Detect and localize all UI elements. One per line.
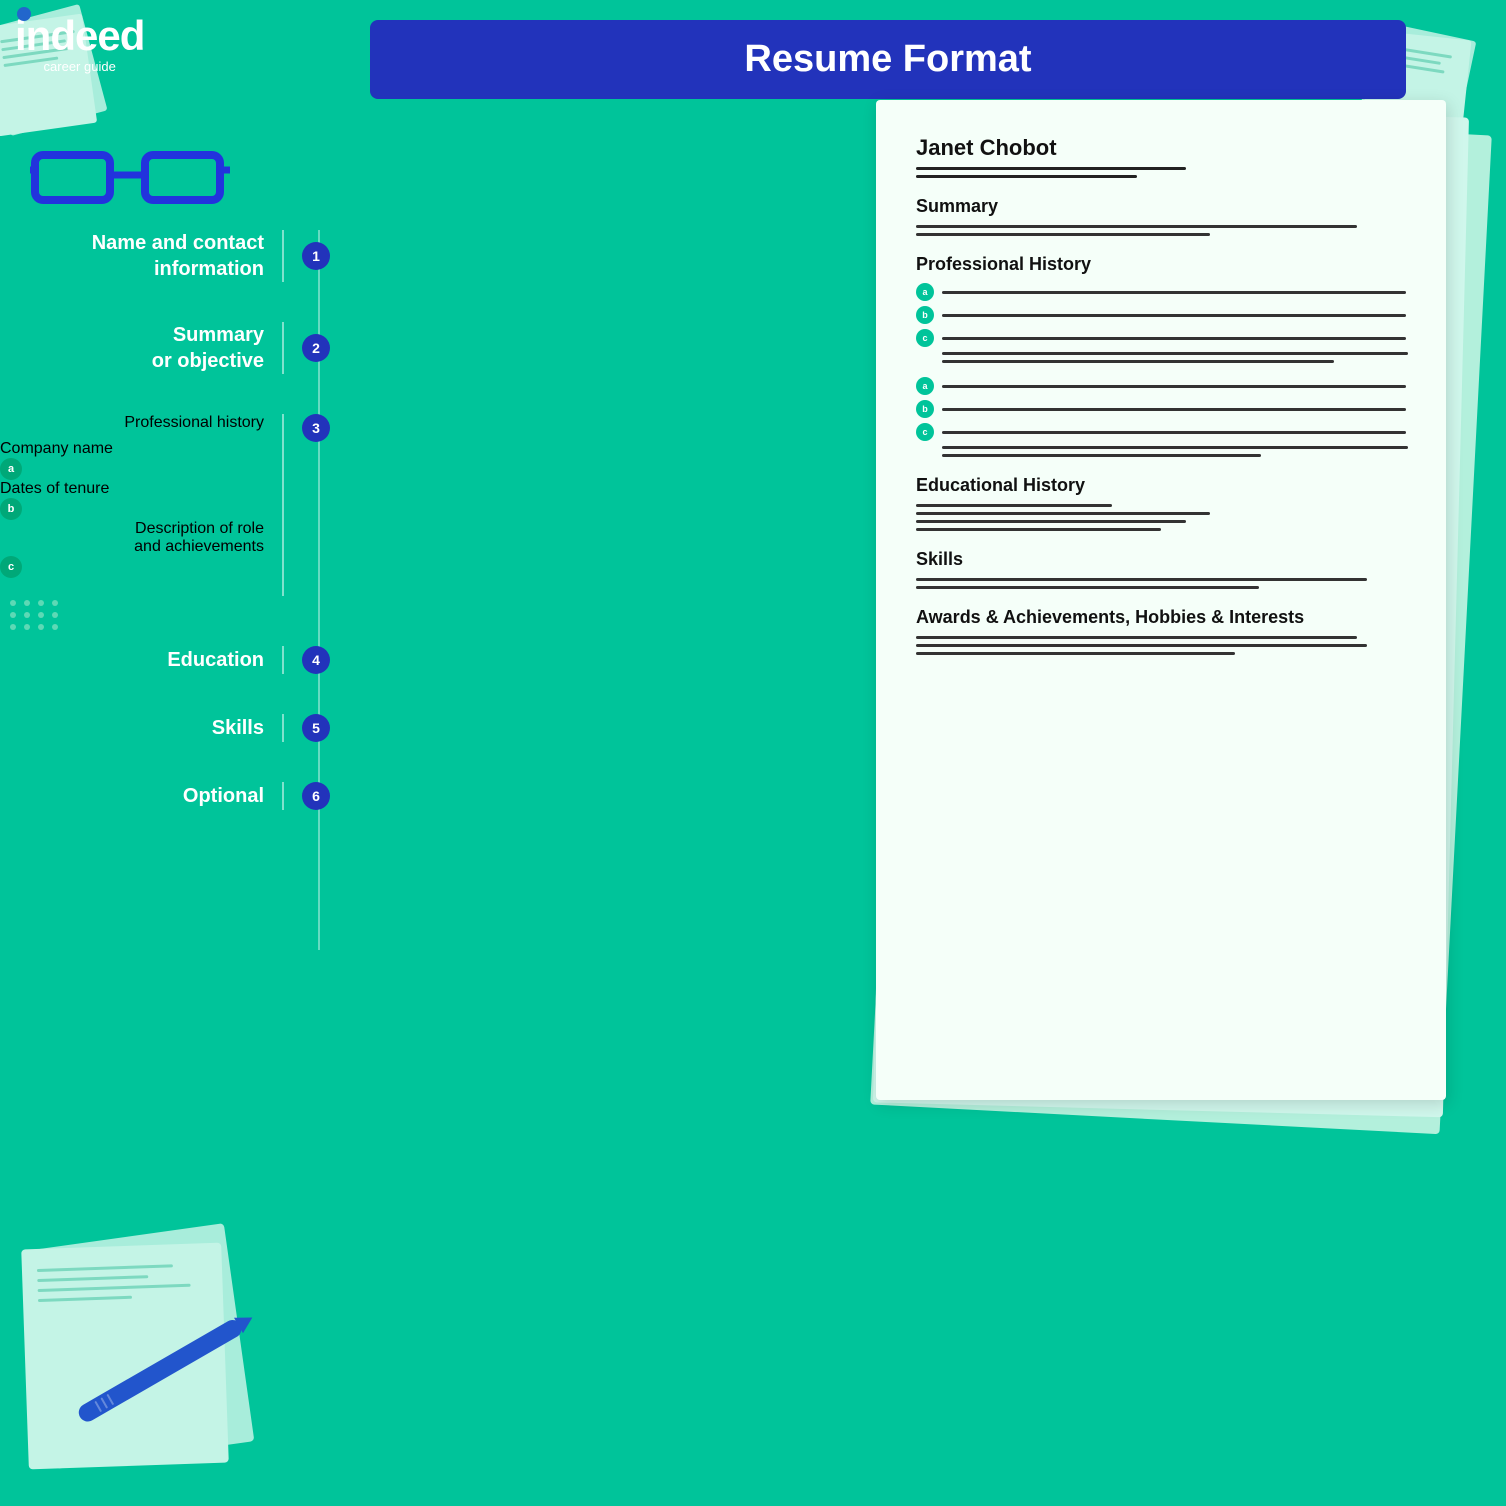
sidebar-sub-dates: Dates of tenure b (0, 480, 264, 520)
sidebar-divider-6 (282, 782, 284, 810)
resume-section-pro-history: Professional History (916, 254, 1406, 275)
resume-skills-line2 (916, 586, 1259, 589)
sidebar-divider-2 (282, 322, 284, 374)
sidebar-sub-badge-b: b (0, 498, 22, 520)
resume-container: Janet Chobot Summary Professional Histor… (876, 100, 1486, 1100)
resume-pro-bullet-2a: a (916, 377, 1406, 395)
resume-bullet-line-2a (942, 385, 1406, 388)
resume-paper: Janet Chobot Summary Professional Histor… (876, 100, 1446, 1100)
sidebar-divider-3 (282, 414, 284, 596)
sidebar: Name and contact information 1 Summary o… (0, 230, 330, 850)
resume-bullet-line-1c (942, 337, 1406, 340)
logo-brand: indeed (15, 15, 144, 57)
sidebar-badge-6: 6 (302, 782, 330, 810)
resume-edu-line4 (916, 528, 1161, 531)
resume-pro-extra-1a (942, 352, 1408, 355)
sidebar-sub-badge-c: c (0, 556, 22, 578)
resume-name: Janet Chobot (916, 135, 1406, 161)
sidebar-sub-badge-a: a (0, 458, 22, 480)
resume-edu-line3 (916, 520, 1186, 523)
page-title: Resume Format (400, 38, 1376, 81)
resume-awards-line2 (916, 644, 1367, 647)
resume-bullet-badge-1c: c (916, 329, 934, 347)
resume-bullet-line-2b (942, 408, 1406, 411)
sidebar-item-pro-history: Professional history Company name a Date… (0, 414, 330, 606)
resume-awards-line3 (916, 652, 1235, 655)
sidebar-item-education: Education 4 (0, 646, 330, 674)
sidebar-item-optional: Optional 6 (0, 782, 330, 810)
title-banner: Resume Format (370, 20, 1406, 99)
logo-subtitle: career guide (15, 59, 144, 74)
resume-bullet-badge-1a: a (916, 283, 934, 301)
sidebar-divider-4 (282, 646, 284, 674)
resume-pro-bullet-1a: a (916, 283, 1406, 301)
sidebar-label-education: Education (167, 647, 264, 673)
sidebar-sub-company: Company name a (0, 440, 264, 480)
resume-pro-bullet-2c: c (916, 423, 1406, 441)
resume-bullet-badge-2b: b (916, 400, 934, 418)
resume-pro-bullet-2b: b (916, 400, 1406, 418)
sidebar-item-summary: Summary or objective 2 (0, 322, 330, 374)
sidebar-badge-1: 1 (302, 242, 330, 270)
resume-bullet-line-2c (942, 431, 1406, 434)
deco-bottom-left (20, 1206, 280, 1486)
resume-bullet-line-1b (942, 314, 1406, 317)
resume-summary-line2 (916, 233, 1210, 236)
sidebar-label-summary: Summary or objective (152, 322, 264, 374)
resume-pro-bullet-1c: c (916, 329, 1406, 347)
resume-section-skills: Skills (916, 549, 1406, 570)
resume-bullet-badge-1b: b (916, 306, 934, 324)
sidebar-label-pro-history: Professional history (0, 414, 264, 432)
sidebar-divider-5 (282, 714, 284, 742)
resume-section-education: Educational History (916, 475, 1406, 496)
resume-edu-line1 (916, 504, 1112, 507)
sidebar-label-name-contact: Name and contact information (92, 230, 264, 282)
sidebar-divider-1 (282, 230, 284, 282)
sidebar-badge-2: 2 (302, 334, 330, 362)
sidebar-item-skills: Skills 5 (0, 714, 330, 742)
resume-pro-extra-2a (942, 446, 1408, 449)
resume-awards-line1 (916, 636, 1357, 639)
resume-pro-extra-1b (942, 360, 1334, 363)
resume-bullet-badge-2a: a (916, 377, 934, 395)
resume-name-line1 (916, 167, 1186, 170)
resume-section-summary: Summary (916, 196, 1406, 217)
resume-bullet-badge-2c: c (916, 423, 934, 441)
sidebar-badge-5: 5 (302, 714, 330, 742)
sidebar-sub-desc: Description of role and achievements c (0, 520, 264, 596)
sidebar-label-skills: Skills (212, 715, 264, 741)
sidebar-badge-3: 3 (302, 414, 330, 442)
resume-section-awards: Awards & Achievements, Hobbies & Interes… (916, 607, 1406, 628)
resume-skills-line1 (916, 578, 1367, 581)
glasses-icon (30, 140, 220, 210)
resume-bullet-line-1a (942, 291, 1406, 294)
resume-pro-bullet-1b: b (916, 306, 1406, 324)
sidebar-item-name-contact: Name and contact information 1 (0, 230, 330, 282)
resume-summary-line1 (916, 225, 1357, 228)
indeed-logo: indeed career guide (15, 15, 144, 74)
resume-name-line2 (916, 175, 1137, 178)
sidebar-label-optional: Optional (183, 783, 264, 809)
resume-edu-line2 (916, 512, 1210, 515)
resume-pro-extra-2b (942, 454, 1261, 457)
sidebar-badge-4: 4 (302, 646, 330, 674)
